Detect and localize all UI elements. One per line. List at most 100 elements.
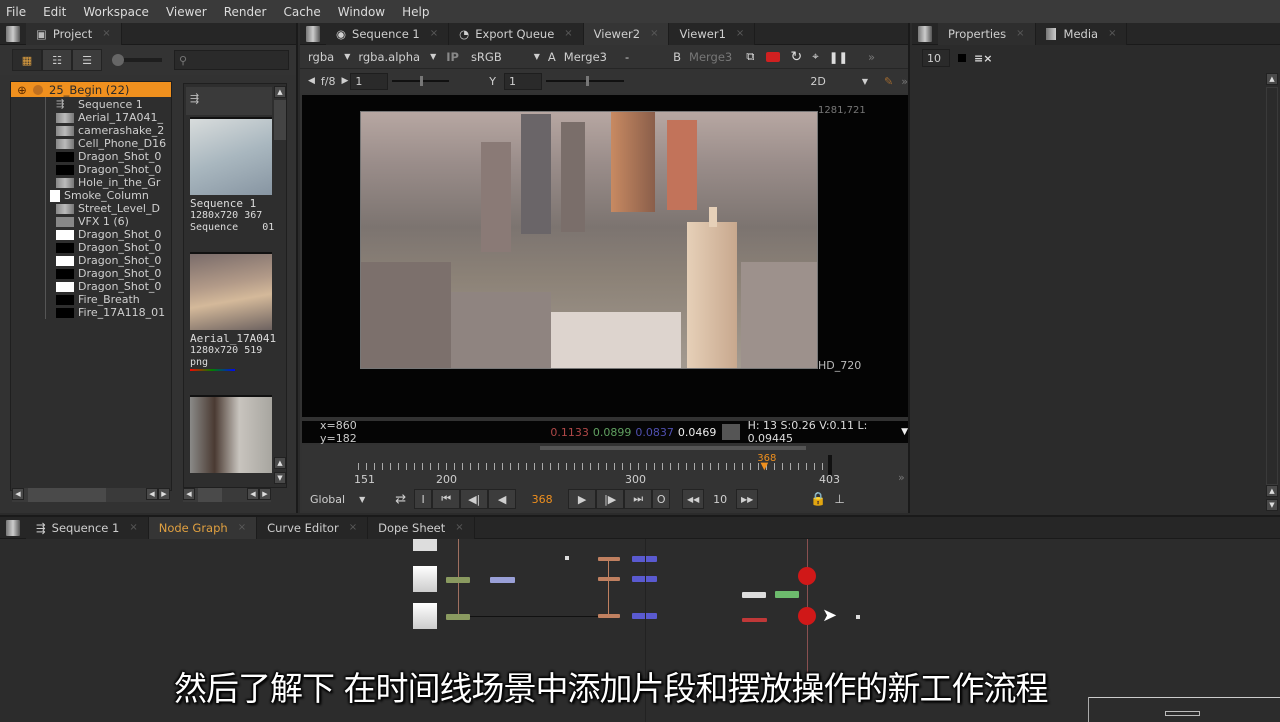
horizontal-scrollbar[interactable]: ◀ ◀ ▶ xyxy=(12,488,170,502)
merge-node[interactable] xyxy=(598,614,620,618)
pen-icon[interactable]: ✎ xyxy=(884,75,893,88)
transform-node[interactable] xyxy=(490,577,515,583)
wipe-icon[interactable]: ⧉ xyxy=(746,49,754,64)
colorspace-dropdown[interactable]: sRGB xyxy=(471,50,502,64)
tab-viewer2[interactable]: Viewer2 × xyxy=(583,22,670,45)
tab-curve-editor[interactable]: Curve Editor × xyxy=(257,516,369,539)
tab-properties[interactable]: Properties × xyxy=(938,22,1036,45)
playhead[interactable]: 368 ▼ xyxy=(757,453,776,472)
go-to-end-button[interactable]: ⏭ xyxy=(624,489,653,509)
gain-slider[interactable] xyxy=(391,76,450,86)
tab-sequence-1[interactable]: ◉ Sequence 1 × xyxy=(326,22,450,45)
project-item[interactable]: ⇶ Sequence 1 xyxy=(46,98,171,111)
close-icon[interactable]: × xyxy=(1016,28,1024,39)
overflow-icon[interactable]: » xyxy=(868,50,875,64)
close-icon[interactable]: × xyxy=(455,522,463,533)
project-item[interactable]: Dragon_Shot_0 xyxy=(46,228,171,241)
set-in-point-button[interactable]: I xyxy=(414,489,433,509)
close-icon[interactable]: × xyxy=(430,28,438,39)
step-back-button[interactable]: ◀| xyxy=(460,489,489,509)
scroll-up-button[interactable]: ▲ xyxy=(1266,485,1278,497)
dot-node[interactable] xyxy=(565,556,569,560)
menu-edit[interactable]: Edit xyxy=(43,5,66,19)
read-node[interactable] xyxy=(413,603,437,629)
vertical-scrollbar-thumb[interactable] xyxy=(274,100,286,140)
ruler-icon[interactable]: ⊥ xyxy=(834,492,844,506)
thumbnail-image[interactable] xyxy=(190,117,272,195)
detail-view-button[interactable]: ☰ xyxy=(72,49,102,71)
refresh-icon[interactable]: ↻ xyxy=(790,49,802,65)
vertical-scrollbar[interactable] xyxy=(1266,87,1278,485)
play-forward-button[interactable]: ▶ xyxy=(568,489,597,509)
panel-grip-icon[interactable] xyxy=(918,25,932,42)
scroll-up-button[interactable]: ▲ xyxy=(274,86,286,98)
record-icon[interactable] xyxy=(766,51,781,62)
search-input[interactable]: ⚲ xyxy=(174,50,289,70)
viewer-node[interactable] xyxy=(798,567,816,585)
step-forward-button[interactable]: |▶ xyxy=(596,489,625,509)
project-item[interactable]: Dragon_Shot_0 xyxy=(46,241,171,254)
menu-workspace[interactable]: Workspace xyxy=(83,5,149,19)
thumbnail-image[interactable] xyxy=(190,252,272,330)
overflow-icon[interactable]: » xyxy=(901,75,908,88)
node[interactable] xyxy=(775,591,799,598)
menu-viewer[interactable]: Viewer xyxy=(166,5,207,19)
node[interactable] xyxy=(742,592,766,598)
project-item[interactable]: Dragon_Shot_0 xyxy=(46,280,171,293)
panel-grip-icon[interactable] xyxy=(6,519,20,536)
scroll-up-button[interactable]: ▲ xyxy=(1266,73,1278,85)
bin-root[interactable]: ⊕ 25_Begin (22) xyxy=(11,82,171,97)
list-view-button[interactable]: ☷ xyxy=(42,49,72,71)
grade-node[interactable] xyxy=(446,614,470,620)
project-item[interactable]: Smoke_Column xyxy=(46,189,171,202)
thumbnail-image[interactable] xyxy=(190,395,272,473)
project-item[interactable]: Fire_17A118_01 xyxy=(46,306,171,319)
merge-node[interactable] xyxy=(598,557,620,561)
tab-sequence-1[interactable]: ⇶ Sequence 1 × xyxy=(26,516,149,539)
fstop-increase-icon[interactable]: ▶ xyxy=(342,76,349,86)
frame-step-field[interactable]: 10 xyxy=(704,493,736,506)
project-item[interactable]: camerashake_2 xyxy=(46,124,171,137)
a-input-dropdown[interactable]: Merge3 xyxy=(564,50,607,64)
read-node[interactable] xyxy=(413,566,437,592)
scroll-down-button[interactable]: ▼ xyxy=(274,472,286,484)
lock-icon[interactable] xyxy=(958,54,966,62)
gamma-input[interactable]: 1 xyxy=(509,75,516,88)
pause-icon[interactable]: ❚❚ xyxy=(829,50,848,64)
close-icon[interactable]: × xyxy=(349,522,357,533)
project-item[interactable]: Dragon_Shot_0 xyxy=(46,150,171,163)
close-icon[interactable]: × xyxy=(564,28,572,39)
lock-icon[interactable]: 🔒 xyxy=(810,492,826,507)
node[interactable] xyxy=(742,618,767,622)
menu-cache[interactable]: Cache xyxy=(283,5,320,19)
project-item[interactable]: Dragon_Shot_0 xyxy=(46,254,171,267)
menu-render[interactable]: Render xyxy=(224,5,267,19)
node[interactable] xyxy=(1165,711,1200,716)
viewer-canvas[interactable]: 1281,721 HD_720 xyxy=(302,95,908,417)
tab-media[interactable]: Media × xyxy=(1035,22,1128,45)
scroll-left-button[interactable]: ◀ xyxy=(12,488,24,500)
merge-node[interactable] xyxy=(598,577,620,581)
scroll-left-button[interactable]: ◀ xyxy=(183,488,195,500)
project-item[interactable]: Dragon_Shot_0 xyxy=(46,267,171,280)
close-icon[interactable]: × xyxy=(102,28,110,39)
project-item[interactable]: Fire_Breath xyxy=(46,293,171,306)
scroll-right-button[interactable]: ▶ xyxy=(259,488,271,500)
fstop-decrease-icon[interactable]: ◀ xyxy=(308,76,315,86)
dot-node[interactable] xyxy=(856,615,860,619)
horizontal-scrollbar-thumb[interactable] xyxy=(28,488,106,502)
read-node[interactable] xyxy=(413,539,437,551)
project-item[interactable]: Dragon_Shot_0 xyxy=(46,163,171,176)
project-item[interactable]: Street_Level_D xyxy=(46,202,171,215)
close-icon[interactable]: × xyxy=(238,522,246,533)
viewer-image[interactable] xyxy=(360,111,818,369)
project-item[interactable]: +VFX 1 (6) xyxy=(46,215,171,228)
tab-project[interactable]: ▣ Project × xyxy=(26,22,122,45)
tab-viewer1[interactable]: Viewer1 × xyxy=(669,22,756,45)
current-frame-field[interactable]: 368 xyxy=(516,493,568,506)
horizontal-scrollbar-thumb[interactable] xyxy=(198,488,222,502)
set-out-point-button[interactable]: O xyxy=(652,489,671,509)
scroll-up-button[interactable]: ▲ xyxy=(274,457,286,469)
project-item[interactable]: Aerial_17A041_ xyxy=(46,111,171,124)
compare-mode-dropdown[interactable]: - xyxy=(625,50,629,64)
